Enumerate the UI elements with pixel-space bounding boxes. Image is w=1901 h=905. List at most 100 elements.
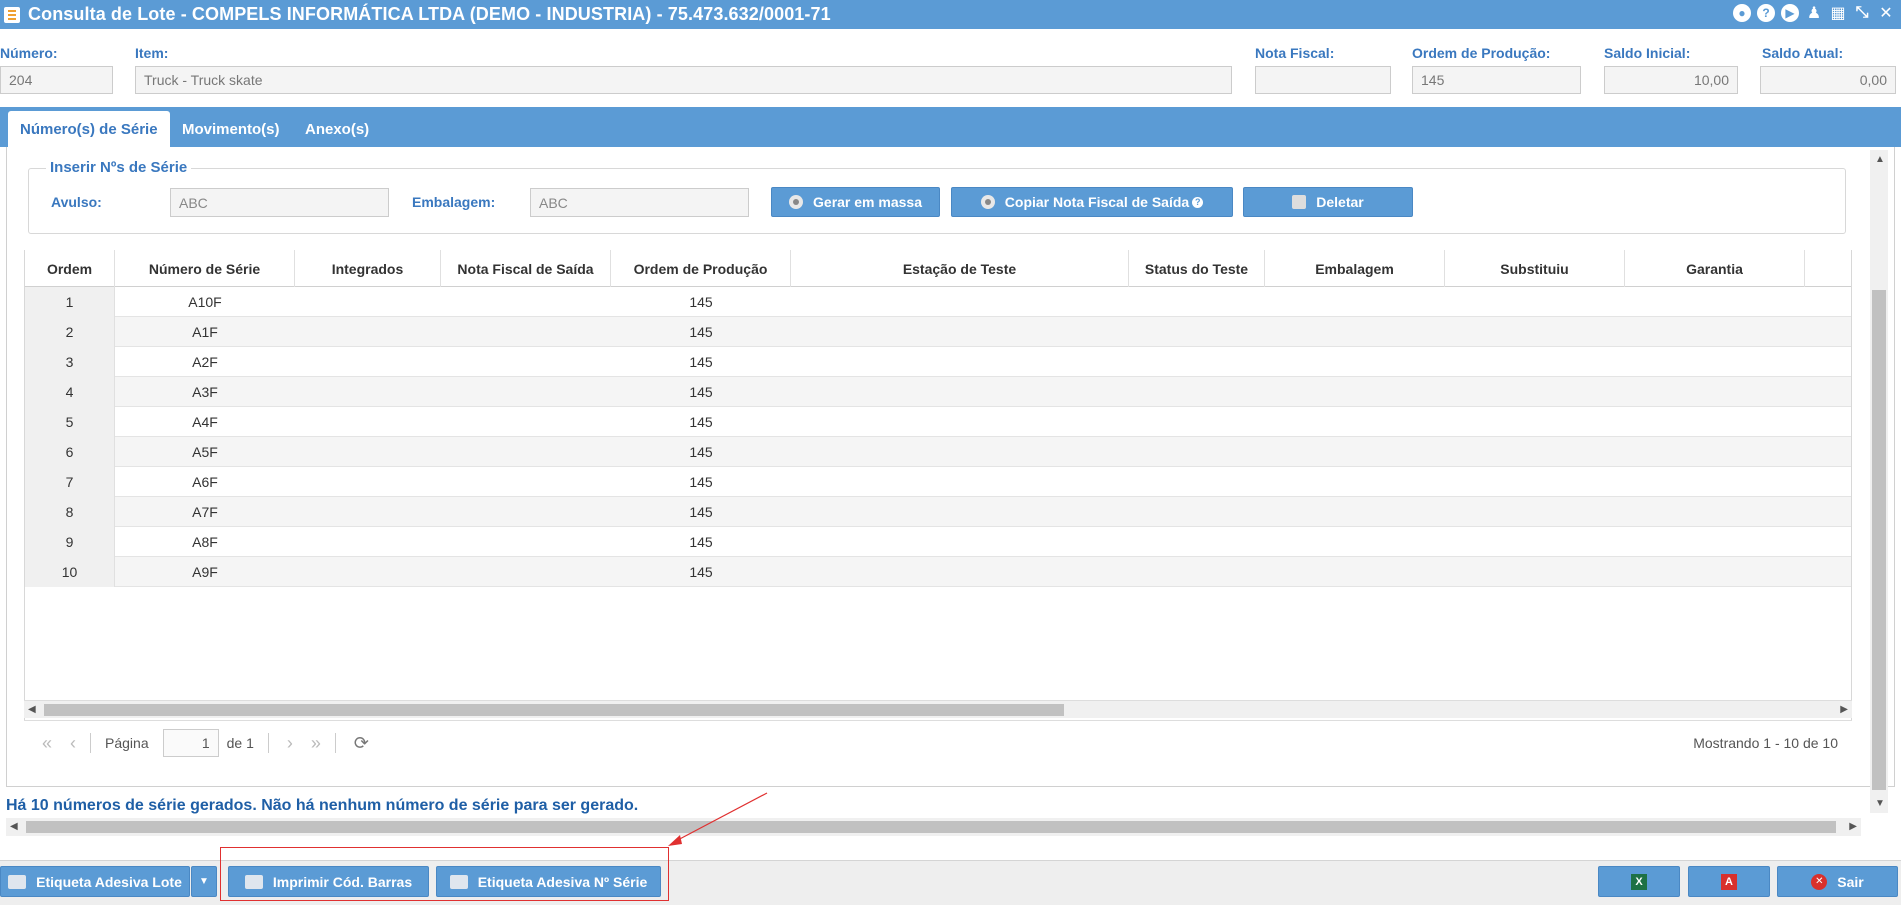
col-integrados[interactable]: Integrados bbox=[295, 250, 441, 287]
scroll-left-icon[interactable]: ◀ bbox=[10, 821, 18, 832]
fullscreen-icon[interactable]: ⤡ bbox=[1853, 4, 1871, 22]
gerar-em-massa-label: Gerar em massa bbox=[813, 194, 922, 210]
annotation-highlight-box bbox=[220, 847, 669, 901]
table-row[interactable]: 9 A8F 145 bbox=[25, 527, 1851, 557]
col-nota-fiscal-saida[interactable]: Nota Fiscal de Saída bbox=[441, 250, 611, 287]
embalagem-input[interactable]: ABC bbox=[530, 188, 749, 217]
export-excel-button[interactable]: X bbox=[1598, 866, 1680, 897]
table-row[interactable]: 6 A5F 145 bbox=[25, 437, 1851, 467]
nota-fiscal-field[interactable] bbox=[1255, 66, 1391, 94]
excel-icon: X bbox=[1631, 873, 1647, 890]
cell-serie: A5F bbox=[192, 444, 218, 460]
close-icon[interactable]: ✕ bbox=[1877, 4, 1895, 22]
cell-serie: A10F bbox=[188, 294, 222, 310]
page-of-label: de 1 bbox=[226, 735, 254, 751]
page-label: Página bbox=[105, 735, 149, 751]
page-input[interactable]: 1 bbox=[162, 729, 219, 757]
grid-horizontal-scrollbar[interactable]: ◀ ▶ bbox=[24, 700, 1852, 718]
table-row[interactable]: 7 A6F 145 bbox=[25, 467, 1851, 497]
col-l[interactable]: L bbox=[1805, 250, 1851, 287]
ordem-producao-label: Ordem de Produção: bbox=[1412, 45, 1551, 61]
cell-ordem: 8 bbox=[25, 497, 115, 527]
tab-anexos[interactable]: Anexo(s) bbox=[293, 111, 381, 147]
cell-ordem: 7 bbox=[25, 467, 115, 497]
gear-icon bbox=[980, 195, 995, 209]
deletar-label: Deletar bbox=[1316, 194, 1364, 210]
cell-serie: A3F bbox=[192, 384, 218, 400]
scroll-left-icon[interactable]: ◀ bbox=[28, 704, 36, 715]
last-page-icon[interactable]: » bbox=[311, 733, 321, 754]
cell-ordem: 10 bbox=[25, 557, 115, 587]
table-row[interactable]: 2 A1F 145 bbox=[25, 317, 1851, 347]
cell-op: 145 bbox=[689, 504, 713, 520]
export-pdf-button[interactable]: A bbox=[1688, 866, 1770, 897]
serial-grid: Ordem Número de Série Integrados Nota Fi… bbox=[24, 250, 1852, 720]
gerar-em-massa-button[interactable]: Gerar em massa bbox=[771, 187, 940, 217]
prev-page-icon[interactable]: ‹ bbox=[70, 733, 76, 754]
trash-icon bbox=[1292, 195, 1307, 209]
tab-movimentos[interactable]: Movimento(s) bbox=[170, 111, 292, 147]
next-page-icon[interactable]: › bbox=[287, 733, 293, 754]
scroll-right-icon[interactable]: ▶ bbox=[1849, 821, 1857, 832]
scroll-up-icon[interactable]: ▲ bbox=[1875, 154, 1885, 165]
label-icon bbox=[8, 874, 27, 889]
table-row[interactable]: 1 A10F 145 bbox=[25, 287, 1851, 317]
table-row[interactable]: 5 A4F 145 bbox=[25, 407, 1851, 437]
help-icon[interactable]: ? bbox=[1757, 4, 1775, 22]
numero-label: Número: bbox=[0, 45, 58, 61]
cell-op: 145 bbox=[689, 294, 713, 310]
tab-bar: Número(s) de Série Movimento(s) Anexo(s) bbox=[0, 107, 1901, 147]
pdf-icon: A bbox=[1721, 873, 1737, 890]
cell-serie: A7F bbox=[192, 504, 218, 520]
col-numero-serie[interactable]: Número de Série bbox=[115, 250, 295, 287]
user-icon[interactable]: ♟ bbox=[1805, 4, 1823, 22]
scroll-thumb[interactable] bbox=[26, 821, 1836, 833]
calendar-icon[interactable]: ▦ bbox=[1829, 4, 1847, 22]
scroll-down-icon[interactable]: ▼ bbox=[1875, 798, 1885, 809]
numero-field[interactable]: 204 bbox=[0, 66, 113, 94]
avulso-label: Avulso: bbox=[51, 194, 102, 210]
ordem-producao-field[interactable]: 145 bbox=[1412, 66, 1581, 94]
avulso-input[interactable]: ABC bbox=[170, 188, 389, 217]
help-icon[interactable]: ? bbox=[1192, 196, 1204, 208]
saldo-atual-label: Saldo Atual: bbox=[1762, 45, 1844, 61]
scroll-right-icon[interactable]: ▶ bbox=[1840, 704, 1848, 715]
item-label: Item: bbox=[135, 45, 169, 61]
deletar-button[interactable]: Deletar bbox=[1243, 187, 1413, 217]
pager-separator bbox=[90, 733, 92, 753]
table-row[interactable]: 10 A9F 145 bbox=[25, 557, 1851, 587]
sair-button[interactable]: ✕ Sair bbox=[1777, 866, 1898, 897]
col-embalagem[interactable]: Embalagem bbox=[1265, 250, 1445, 287]
settings-icon[interactable]: ● bbox=[1733, 4, 1751, 22]
panel-vertical-scrollbar[interactable]: ▲ ▼ bbox=[1870, 150, 1888, 813]
scroll-thumb[interactable] bbox=[1872, 290, 1886, 790]
cell-serie: A1F bbox=[192, 324, 218, 340]
table-row[interactable]: 8 A7F 145 bbox=[25, 497, 1851, 527]
etiqueta-lote-button[interactable]: Etiqueta Adesiva Lote bbox=[0, 866, 190, 897]
saldo-inicial-field[interactable]: 10,00 bbox=[1604, 66, 1738, 94]
scroll-thumb[interactable] bbox=[44, 704, 1064, 716]
cell-ordem: 9 bbox=[25, 527, 115, 557]
col-garantia[interactable]: Garantia bbox=[1625, 250, 1805, 287]
saldo-atual-field[interactable]: 0,00 bbox=[1760, 66, 1896, 94]
cell-serie: A6F bbox=[192, 474, 218, 490]
tab-numeros-serie[interactable]: Número(s) de Série bbox=[8, 111, 170, 147]
col-ordem[interactable]: Ordem bbox=[25, 250, 115, 287]
col-estacao-teste[interactable]: Estação de Teste bbox=[791, 250, 1129, 287]
close-icon: ✕ bbox=[1811, 873, 1828, 890]
play-icon[interactable]: ▶ bbox=[1781, 4, 1799, 22]
copiar-nota-fiscal-button[interactable]: Copiar Nota Fiscal de Saída ? bbox=[951, 187, 1233, 217]
chevron-down-icon: ▼ bbox=[199, 876, 209, 887]
page-horizontal-scrollbar[interactable]: ◀ ▶ bbox=[6, 818, 1861, 836]
refresh-icon[interactable]: ⟳ bbox=[354, 733, 369, 754]
etiqueta-dropdown-button[interactable]: ▼ bbox=[191, 866, 217, 897]
item-field[interactable]: Truck - Truck skate bbox=[135, 66, 1232, 94]
table-row[interactable]: 3 A2F 145 bbox=[25, 347, 1851, 377]
first-page-icon[interactable]: « bbox=[42, 733, 52, 754]
nota-fiscal-label: Nota Fiscal: bbox=[1255, 45, 1335, 61]
col-substituiu[interactable]: Substituiu bbox=[1445, 250, 1625, 287]
table-row[interactable]: 4 A3F 145 bbox=[25, 377, 1851, 407]
pager-separator bbox=[267, 733, 269, 753]
col-status-teste[interactable]: Status do Teste bbox=[1129, 250, 1265, 287]
col-ordem-producao[interactable]: Ordem de Produção bbox=[611, 250, 791, 287]
